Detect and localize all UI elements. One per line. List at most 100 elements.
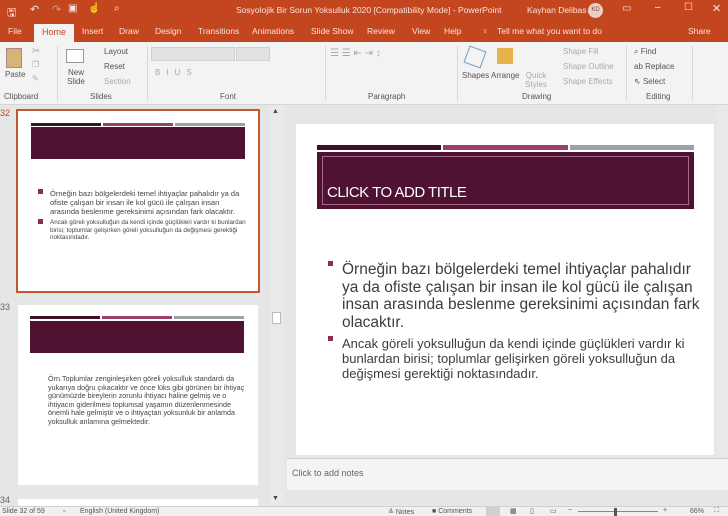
tab-transitions[interactable]: Transitions	[198, 26, 239, 36]
slide-counter: Slide 32 of 59	[2, 508, 45, 515]
find-button[interactable]: ⌕ Find	[634, 47, 656, 57]
bullet: Ancak göreli yoksulluğun da kendi içinde…	[38, 219, 248, 242]
accent-bars	[317, 145, 694, 150]
reset-button[interactable]: Reset	[104, 62, 125, 71]
replace-label: Replace	[645, 62, 675, 71]
zoom-out-button[interactable]: −	[568, 507, 572, 514]
ribbon-display-icon[interactable]: ▭	[622, 3, 631, 14]
copy-icon[interactable]: ❐	[32, 60, 39, 69]
title-box	[31, 127, 245, 159]
tab-animations[interactable]: Animations	[252, 26, 294, 36]
layout-button[interactable]: Layout	[104, 47, 128, 56]
group-font: Font	[220, 92, 237, 101]
replace-button[interactable]: ab Replace	[634, 62, 674, 71]
font-name-dropdown[interactable]	[151, 47, 235, 61]
tab-view[interactable]: View	[412, 26, 430, 36]
touch-mode-icon[interactable]: ☝	[88, 3, 100, 14]
spellcheck-icon[interactable]: ▫	[63, 508, 65, 515]
new-slide-icon[interactable]	[66, 49, 84, 63]
tab-design[interactable]: Design	[155, 26, 181, 36]
scroll-up-icon[interactable]: ▲	[272, 108, 279, 115]
font-format-buttons[interactable]: BIUS	[155, 68, 198, 77]
search-icon: ⌕	[634, 47, 641, 56]
quick-styles-button[interactable]: Quick Styles	[524, 71, 548, 89]
scroll-thumb[interactable]	[272, 312, 281, 324]
fit-to-window-icon[interactable]: ⛶	[714, 507, 719, 515]
notes-button[interactable]: ≜ Notes	[388, 508, 414, 516]
tab-help[interactable]: Help	[444, 26, 461, 36]
shape-effects-button[interactable]: Shape Effects	[563, 77, 613, 86]
undo-icon[interactable]: ↶	[30, 3, 39, 16]
language[interactable]: English (United Kingdom)	[80, 508, 159, 515]
tell-me-search[interactable]: Tell me what you want to do	[497, 26, 602, 36]
tab-insert[interactable]: Insert	[82, 26, 103, 36]
slide-content[interactable]: Örneğin bazı bölgelerdeki temel ihtiyaçl…	[328, 261, 708, 381]
arrange-button[interactable]: Arrange	[491, 71, 519, 80]
notes-placeholder[interactable]: Click to add notes	[292, 468, 364, 478]
zoom-in-button[interactable]: +	[663, 507, 667, 514]
zoom-slider-thumb[interactable]	[614, 508, 617, 516]
accent-bars	[31, 123, 245, 126]
title-placeholder[interactable]: CLICK TO ADD TITLE	[317, 152, 694, 209]
group-drawing: Drawing	[522, 92, 552, 101]
paste-icon[interactable]	[6, 48, 22, 68]
tab-draw[interactable]: Draw	[119, 26, 139, 36]
tab-home[interactable]: Home	[34, 24, 74, 43]
comments-button[interactable]: ■ Comments	[432, 508, 472, 515]
new-slide-button[interactable]: New Slide	[64, 68, 88, 86]
present-icon[interactable]: ▣	[68, 3, 77, 14]
shape-fill-button[interactable]: Shape Fill	[563, 47, 599, 56]
slideshow-icon[interactable]: ▭	[550, 507, 557, 515]
slide-canvas[interactable]: CLICK TO ADD TITLE Örneğin bazı bölgeler…	[296, 124, 714, 455]
shape-outline-button[interactable]: Shape Outline	[563, 62, 614, 71]
group-slides: Slides	[90, 92, 112, 101]
select-label: Select	[642, 77, 666, 86]
paste-button[interactable]: Paste	[5, 70, 25, 79]
thumbnail-slide-32[interactable]: Örneğin bazı bölgelerdeki temel ihtiyaçl…	[16, 109, 260, 293]
tab-review[interactable]: Review	[367, 26, 395, 36]
cursor-icon: ⇖	[634, 77, 643, 86]
format-painter-icon[interactable]: ✎	[32, 74, 39, 83]
reading-view-icon[interactable]: ▯	[530, 507, 534, 515]
arrange-icon[interactable]	[497, 48, 513, 64]
maximize-button[interactable]: ☐	[684, 2, 693, 13]
lightbulb-icon: ♀	[482, 26, 489, 36]
thumbnail-bullets: Örneğin bazı bölgelerdeki temel ihtiyaçl…	[38, 189, 248, 242]
tab-file[interactable]: File	[8, 26, 22, 36]
close-button[interactable]: ✕	[712, 2, 721, 15]
minimize-button[interactable]: –	[655, 2, 661, 13]
slide-scrollbar[interactable]	[717, 105, 728, 456]
avatar[interactable]: KD	[588, 3, 603, 18]
share-button[interactable]: Share	[688, 26, 711, 36]
slide-sorter-icon[interactable]: ▦	[510, 507, 517, 515]
normal-view-icon[interactable]	[486, 507, 500, 516]
thumbnail-slide-33[interactable]: Örn.Toplumlar zenginleşirken göreli yoks…	[18, 305, 258, 485]
section-button[interactable]: Section	[104, 77, 131, 86]
shapes-button[interactable]: Shapes	[462, 71, 489, 80]
select-button[interactable]: ⇖ Select	[634, 77, 665, 86]
bullet: Örneğin bazı bölgelerdeki temel ihtiyaçl…	[38, 189, 248, 216]
comments-label: Comments	[438, 508, 473, 515]
bullet: Örneğin bazı bölgelerdeki temel ihtiyaçl…	[328, 261, 708, 331]
preview-icon[interactable]: ⌕	[114, 3, 120, 14]
ribbon: Paste ✂ ❐ ✎ Clipboard New Slide Layout R…	[0, 42, 728, 105]
notes-pane[interactable]: Click to add notes	[287, 458, 728, 490]
scroll-down-icon[interactable]: ▼	[272, 495, 279, 502]
thumbnail-scrollbar[interactable]: ▲ ▼	[270, 105, 284, 506]
paragraph-buttons[interactable]: ☰ ☰ ⇤ ⇥ ↕	[330, 48, 381, 59]
slide-number-34: 34	[0, 495, 11, 505]
font-size-dropdown[interactable]	[236, 47, 270, 61]
slide-thumbnail-pane: 32 Örneğin bazı bölgelerdeki temel ihtiy…	[0, 105, 287, 509]
cut-icon[interactable]: ✂	[32, 46, 40, 57]
thumbnail-text: Örn.Toplumlar zenginleşirken göreli yoks…	[48, 374, 245, 426]
replace-icon: ab	[634, 62, 646, 71]
shapes-icon[interactable]	[463, 45, 487, 69]
notes-label: Notes	[395, 509, 415, 516]
slide-title[interactable]: CLICK TO ADD TITLE	[327, 184, 467, 201]
redo-icon[interactable]: ↷	[52, 3, 61, 16]
tab-slide-show[interactable]: Slide Show	[311, 26, 354, 36]
zoom-slider[interactable]	[578, 511, 658, 512]
user-name: Kayhan Delibas	[527, 5, 587, 15]
zoom-level[interactable]: 66%	[690, 508, 704, 515]
find-label: Find	[640, 47, 657, 56]
